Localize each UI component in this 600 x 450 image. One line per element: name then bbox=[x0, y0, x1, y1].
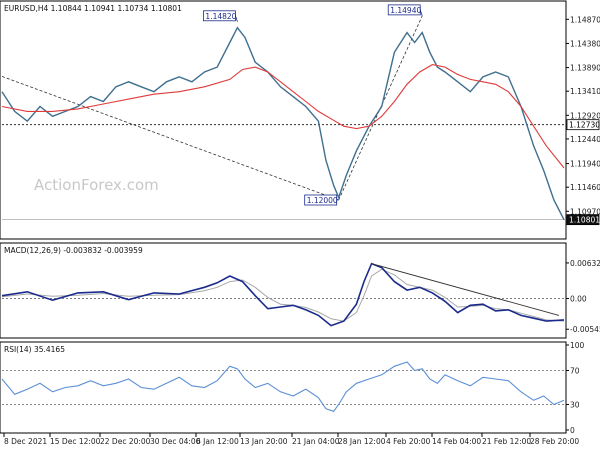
annotation-label: 1.12000 bbox=[307, 196, 338, 205]
time-tick-label: 6 Jan 12:00 bbox=[196, 437, 239, 446]
price-y-tick-label: 1.12920 bbox=[570, 111, 600, 120]
annotation-label: 1.14820 bbox=[205, 12, 236, 21]
macd-axis: 0.00632 0.00 -0.005455 bbox=[566, 259, 600, 334]
macd-panel bbox=[0, 242, 567, 339]
price-y-tick-label: 1.14870 bbox=[570, 15, 600, 24]
price-y-tick-label: 1.13890 bbox=[570, 64, 600, 73]
watermark: ActionForex.com bbox=[34, 176, 159, 194]
price-title: EURUSD,H4 1.10844 1.10941 1.10734 1.1080… bbox=[4, 4, 182, 13]
macd-y-tick-label: 0.00632 bbox=[570, 259, 600, 268]
rsi-axis: 100 70 30 0 bbox=[566, 341, 585, 435]
rsi-y-tick-label: 100 bbox=[570, 341, 585, 350]
rsi-panel bbox=[0, 341, 567, 434]
time-tick-label: 8 Dec 2021 bbox=[4, 437, 47, 446]
time-tick-label: 4 Feb 20:00 bbox=[386, 437, 431, 446]
time-axis: 8 Dec 2021 15 Dec 12:00 22 Dec 20:00 30 Dec… bbox=[3, 433, 579, 446]
time-tick-label: 21 Feb 12:00 bbox=[482, 437, 531, 446]
price-y-tick-label: 1.13410 bbox=[570, 87, 600, 96]
rsi-title: RSI(14) 35.4165 bbox=[4, 345, 65, 354]
macd-y-tick-label: 0.00 bbox=[570, 295, 587, 304]
macd-y-tick-label: -0.005455 bbox=[570, 325, 600, 334]
chart: EURUSD,H4 1.10844 1.10941 1.10734 1.1080… bbox=[0, 0, 600, 446]
price-y-tick-label: 1.11460 bbox=[570, 183, 600, 192]
time-tick-label: 15 Dec 12:00 bbox=[50, 437, 101, 446]
rsi-y-tick-label: 30 bbox=[570, 401, 580, 410]
macd-title: MACD(12,26,9) -0.003832 -0.003959 bbox=[4, 246, 143, 255]
price-level-label: 1.12730 bbox=[569, 121, 600, 130]
time-tick-label: 28 Jan 12:00 bbox=[338, 437, 386, 446]
time-tick-label: 14 Feb 04:00 bbox=[432, 437, 481, 446]
rsi-y-tick-label: 0 bbox=[570, 426, 575, 435]
time-tick-label: 28 Feb 20:00 bbox=[530, 437, 579, 446]
time-tick-label: 13 Jan 20:00 bbox=[240, 437, 288, 446]
time-tick-label: 21 Jan 04:00 bbox=[292, 437, 340, 446]
price-axis: 1.14870 1.14380 1.13890 1.13410 1.12920 1.124… bbox=[566, 15, 600, 226]
price-y-tick-label: 1.14380 bbox=[570, 39, 600, 48]
price-y-tick-label: 1.11940 bbox=[570, 160, 600, 169]
price-panel bbox=[0, 0, 567, 240]
price-y-tick-label: 1.12440 bbox=[570, 135, 600, 144]
time-tick-label: 22 Dec 20:00 bbox=[100, 437, 151, 446]
time-tick-label: 30 Dec 04:00 bbox=[150, 437, 201, 446]
current-price-label: 1.10801 bbox=[569, 216, 600, 225]
rsi-y-tick-label: 70 bbox=[570, 367, 580, 376]
annotation-label: 1.14940 bbox=[390, 6, 421, 15]
